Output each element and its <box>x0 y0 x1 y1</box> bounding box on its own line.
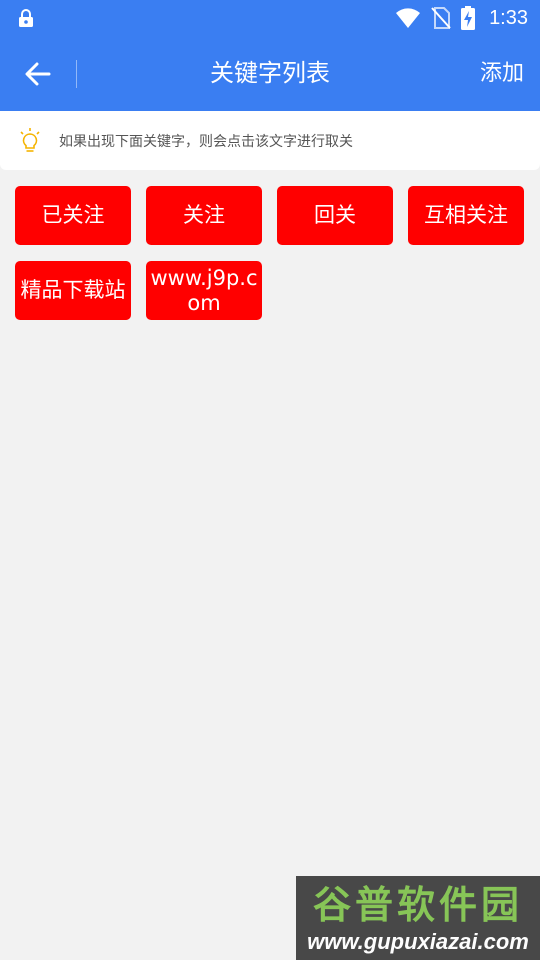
battery-charging-icon <box>461 6 476 30</box>
notice-text: 如果出现下面关键字，则会点击该文字进行取关 <box>59 133 353 150</box>
status-icons: 1:33 <box>395 4 528 32</box>
toolbar: 关键字列表 添加 <box>0 36 540 111</box>
lightbulb-icon <box>20 127 40 152</box>
keyword-chip[interactable]: 回关 <box>277 186 393 245</box>
no-sim-icon <box>431 7 451 29</box>
status-time: 1:33 <box>489 6 528 29</box>
watermark: 谷普软件园 www.gupuxiazai.com <box>296 876 540 960</box>
watermark-url: www.gupuxiazai.com <box>307 929 529 954</box>
keyword-chip[interactable]: 已关注 <box>15 186 131 245</box>
lock-icon <box>19 9 33 27</box>
app-bar: 1:33 关键字列表 添加 <box>0 0 540 111</box>
toolbar-divider <box>76 60 77 88</box>
keyword-chip[interactable]: www.j9p.com <box>146 261 262 320</box>
wifi-icon <box>396 8 421 28</box>
back-button[interactable] <box>14 50 62 98</box>
keyword-chip[interactable]: 精品下载站 <box>15 261 131 320</box>
watermark-logo: 谷普软件园 <box>312 883 523 927</box>
notice-banner: 如果出现下面关键字，则会点击该文字进行取关 <box>0 111 540 170</box>
keyword-chip[interactable]: 关注 <box>146 186 262 245</box>
keyword-chip[interactable]: 互相关注 <box>408 186 524 245</box>
add-button[interactable]: 添加 <box>480 36 524 111</box>
arrow-left-icon <box>25 62 51 86</box>
status-bar: 1:33 <box>0 0 540 36</box>
page-title: 关键字列表 <box>210 59 330 87</box>
